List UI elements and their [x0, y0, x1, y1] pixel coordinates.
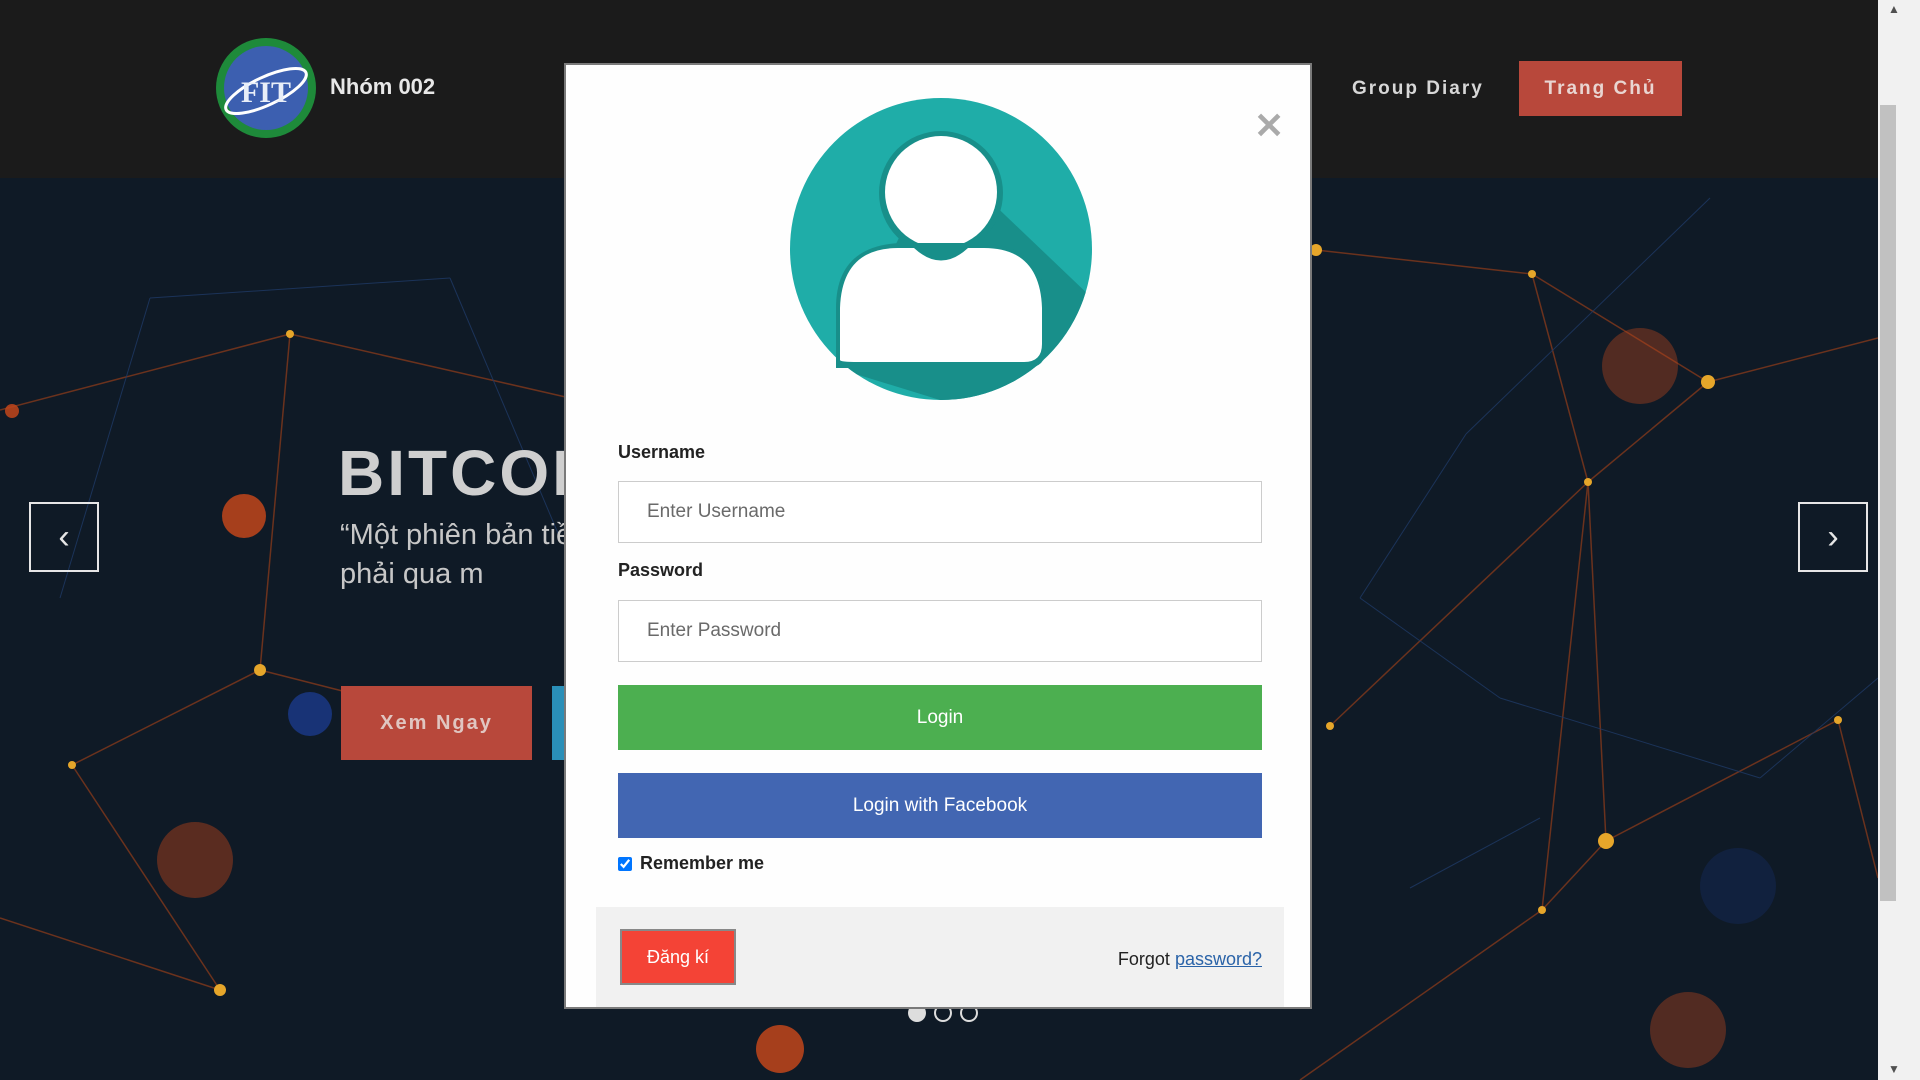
scroll-up-icon[interactable]: ▲: [1888, 2, 1900, 16]
forgot-password: Forgot password?: [1118, 949, 1262, 970]
facebook-login-button[interactable]: Login with Facebook: [618, 773, 1262, 838]
forgot-text: Forgot: [1117, 949, 1170, 969]
scrollbar-thumb[interactable]: [1880, 105, 1896, 901]
user-avatar-icon: [790, 98, 1092, 400]
nav-home-button[interactable]: Trang Chủ: [1519, 61, 1682, 116]
username-label: Username: [618, 442, 706, 462]
scroll-down-icon[interactable]: ▼: [1888, 1062, 1900, 1076]
close-icon[interactable]: ✕: [1254, 105, 1284, 147]
modal-footer: Đăng kí Forgot password?: [596, 907, 1284, 1007]
forgot-password-link[interactable]: password?: [1175, 949, 1262, 969]
nav-group-diary[interactable]: Group Diary: [1352, 78, 1484, 100]
login-modal: ✕ Username Password Login Login with Fac…: [564, 63, 1312, 1009]
brand-name[interactable]: Nhóm 002: [330, 74, 435, 100]
password-label: Password: [618, 560, 704, 580]
logo-text: FIT: [241, 76, 291, 109]
remember-me[interactable]: Remember me: [618, 853, 764, 874]
remember-label: Remember me: [640, 853, 765, 873]
fit-logo[interactable]: FIT: [214, 36, 318, 140]
hero-title: BITCOI: [338, 437, 573, 509]
chevron-right-icon: ›: [1827, 517, 1839, 556]
chevron-left-icon: ‹: [58, 517, 70, 556]
username-input[interactable]: [618, 481, 1262, 543]
xem-ngay-button[interactable]: Xem Ngay: [341, 686, 532, 760]
remember-checkbox[interactable]: [618, 856, 632, 871]
login-button[interactable]: Login: [618, 685, 1262, 750]
carousel-prev-button[interactable]: ‹: [29, 502, 99, 572]
carousel-next-button[interactable]: ›: [1798, 502, 1868, 572]
register-button[interactable]: Đăng kí: [620, 929, 736, 985]
password-input[interactable]: [618, 600, 1262, 662]
